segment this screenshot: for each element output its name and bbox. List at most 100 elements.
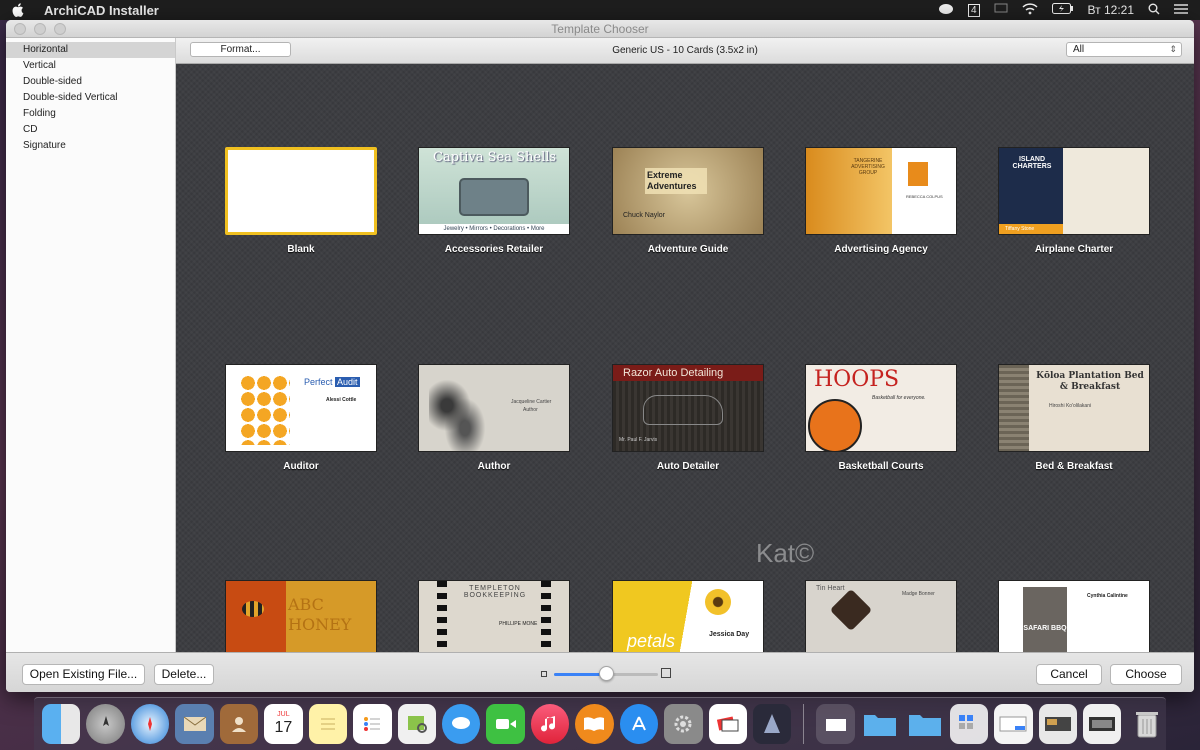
- template-thumbnail[interactable]: Tin Heart Madge Bonner: [805, 580, 957, 652]
- template-thumbnail[interactable]: [225, 147, 377, 235]
- window-title: Template Chooser: [551, 22, 649, 36]
- template-bed-breakfast[interactable]: Kōloa Plantation Bed & Breakfast Hiroshi…: [998, 364, 1150, 472]
- archicad-installer-icon[interactable]: [753, 704, 792, 744]
- template-thumbnail[interactable]: HOOPS Basketball for everyone.: [805, 364, 957, 452]
- template-honey[interactable]: ABC HONEY: [225, 580, 377, 652]
- template-blank[interactable]: Blank: [225, 147, 377, 255]
- card-thumbnail-icon[interactable]: [994, 704, 1033, 744]
- sidebar-item-signature[interactable]: Signature: [6, 138, 175, 154]
- user-icon[interactable]: [938, 3, 954, 18]
- delete-button[interactable]: Delete...: [154, 664, 214, 685]
- calendar-icon[interactable]: JUL 17: [264, 704, 303, 744]
- category-sidebar: Horizontal Vertical Double-sided Double-…: [6, 38, 176, 652]
- template-basketball-courts[interactable]: HOOPS Basketball for everyone. Basketbal…: [805, 364, 957, 472]
- sidebar-item-double-sided[interactable]: Double-sided: [6, 74, 175, 90]
- template-thumbnail[interactable]: TANGERINE ADVERTISING GROUP REBECCA COLP…: [805, 147, 957, 235]
- template-advertising-agency[interactable]: TANGERINE ADVERTISING GROUP REBECCA COLP…: [805, 147, 957, 255]
- template-thumbnail[interactable]: Captiva Sea Shells Jewelry • Mirrors • D…: [418, 147, 570, 235]
- sidebar-item-double-sided-vertical[interactable]: Double-sided Vertical: [6, 90, 175, 106]
- filter-select[interactable]: All ⇕: [1066, 42, 1182, 57]
- card-title: Perfect Audit: [304, 377, 360, 387]
- choose-button[interactable]: Choose: [1110, 664, 1182, 685]
- desktop-stack-icon[interactable]: [1083, 704, 1122, 744]
- wifi-icon[interactable]: [1022, 2, 1038, 18]
- template-auditor[interactable]: Perfect Audit Alessi Cottle Auditor: [225, 364, 377, 472]
- facetime-icon[interactable]: [486, 704, 525, 744]
- zoom-window-button[interactable]: [54, 23, 66, 35]
- template-label: Author: [477, 461, 511, 472]
- card-logo: [908, 162, 928, 186]
- screenshot-stack-icon[interactable]: [1038, 704, 1078, 744]
- safari-icon[interactable]: [130, 704, 170, 744]
- folder-2-icon[interactable]: [905, 704, 943, 744]
- sidebar-item-folding[interactable]: Folding: [6, 106, 175, 122]
- business-card-app-icon[interactable]: [708, 704, 747, 744]
- card-title: TANGERINE ADVERTISING GROUP: [851, 158, 885, 176]
- notification-badge[interactable]: 4: [967, 3, 980, 17]
- notes-icon[interactable]: [308, 704, 348, 744]
- itunes-icon[interactable]: [530, 704, 570, 744]
- template-thumbnail[interactable]: Kōloa Plantation Bed & Breakfast Hiroshi…: [998, 364, 1150, 452]
- card-subtitle: Hiroshi Ko'olilakani: [1049, 403, 1092, 409]
- template-thumbnail[interactable]: petals Jessica Day: [612, 580, 764, 652]
- mail-icon[interactable]: [175, 704, 214, 744]
- card-title: SAFARI BBQ: [1023, 625, 1067, 632]
- sidebar-item-vertical[interactable]: Vertical: [6, 58, 175, 74]
- open-existing-file-button[interactable]: Open Existing File...: [22, 664, 145, 685]
- system-preferences-icon[interactable]: [664, 704, 703, 744]
- template-thumbnail[interactable]: ABC HONEY: [225, 580, 377, 652]
- template-bookkeeping[interactable]: TEMPLETON BOOKKEEPING PHILLIPE MONE: [418, 580, 570, 652]
- card-title: Tin Heart: [816, 585, 845, 592]
- app-name[interactable]: ArchiCAD Installer: [44, 3, 159, 18]
- template-auto-detailer[interactable]: Razor Auto Detailing Mr. Paul F. Jarvis …: [612, 364, 764, 472]
- launchpad-icon[interactable]: [86, 704, 125, 744]
- contacts-icon[interactable]: [219, 704, 259, 744]
- clock[interactable]: Вт 12:21: [1088, 3, 1134, 17]
- card-title-part-2: Audit: [335, 377, 360, 387]
- card-subtitle: Cynthia Calintine: [1087, 593, 1128, 599]
- spotlight-icon[interactable]: [1148, 3, 1160, 18]
- zoom-out-icon[interactable]: [541, 671, 547, 677]
- template-adventure-guide[interactable]: Extreme Adventures Chuck Naylor Adventur…: [612, 147, 764, 255]
- template-tin-heart[interactable]: Tin Heart Madge Bonner: [805, 580, 957, 652]
- template-thumbnail[interactable]: Razor Auto Detailing Mr. Paul F. Jarvis: [612, 364, 764, 452]
- sidebar-item-cd[interactable]: CD: [6, 122, 175, 138]
- finder-icon[interactable]: [42, 704, 81, 744]
- notification-center-icon[interactable]: [1174, 3, 1188, 18]
- template-safari-bbq[interactable]: SAFARI BBQ Cynthia Calintine: [998, 580, 1150, 652]
- window-titlebar[interactable]: Template Chooser: [6, 20, 1194, 38]
- trash-icon[interactable]: [1127, 704, 1165, 744]
- template-thumbnail[interactable]: SAFARI BBQ Cynthia Calintine: [998, 580, 1150, 652]
- calendar-month: JUL: [277, 711, 290, 718]
- documents-stack-icon[interactable]: [949, 704, 989, 744]
- template-thumbnail[interactable]: Perfect Audit Alessi Cottle: [225, 364, 377, 452]
- downloads-stack-icon[interactable]: [816, 704, 855, 744]
- display-icon[interactable]: [994, 3, 1008, 18]
- template-thumbnail[interactable]: TEMPLETON BOOKKEEPING PHILLIPE MONE: [418, 580, 570, 652]
- preview-icon[interactable]: [397, 704, 436, 744]
- template-accessories-retailer[interactable]: Captiva Sea Shells Jewelry • Mirrors • D…: [418, 147, 570, 255]
- zoom-slider-knob[interactable]: [599, 666, 614, 681]
- minimize-window-button[interactable]: [34, 23, 46, 35]
- card-subtitle: Tiffany Stone: [999, 224, 1063, 234]
- sidebar-item-horizontal[interactable]: Horizontal: [6, 42, 175, 58]
- template-florist[interactable]: petals Jessica Day: [612, 580, 764, 652]
- zoom-slider[interactable]: [554, 666, 658, 681]
- zoom-in-icon[interactable]: [661, 668, 671, 678]
- template-thumbnail[interactable]: Extreme Adventures Chuck Naylor: [612, 147, 764, 235]
- reminders-icon[interactable]: [353, 704, 392, 744]
- template-author[interactable]: Jacqueline Cartier Author Author: [418, 364, 570, 472]
- close-window-button[interactable]: [14, 23, 26, 35]
- template-airplane-charter[interactable]: ISLAND CHARTERS Tiffany Stone Airplane C…: [998, 147, 1150, 255]
- messages-icon[interactable]: [441, 704, 481, 744]
- folder-icon[interactable]: [861, 704, 899, 744]
- app-store-icon[interactable]: [619, 704, 659, 744]
- cancel-button[interactable]: Cancel: [1036, 664, 1102, 685]
- template-thumbnail[interactable]: Jacqueline Cartier Author: [418, 364, 570, 452]
- apple-menu-icon[interactable]: [12, 3, 26, 17]
- battery-icon[interactable]: [1051, 3, 1074, 17]
- filter-select-value: All: [1073, 44, 1085, 55]
- ibooks-icon[interactable]: [575, 704, 614, 744]
- template-thumbnail[interactable]: ISLAND CHARTERS Tiffany Stone: [998, 147, 1150, 235]
- card-subtitle: Jewelry • Mirrors • Decorations • More: [419, 224, 569, 234]
